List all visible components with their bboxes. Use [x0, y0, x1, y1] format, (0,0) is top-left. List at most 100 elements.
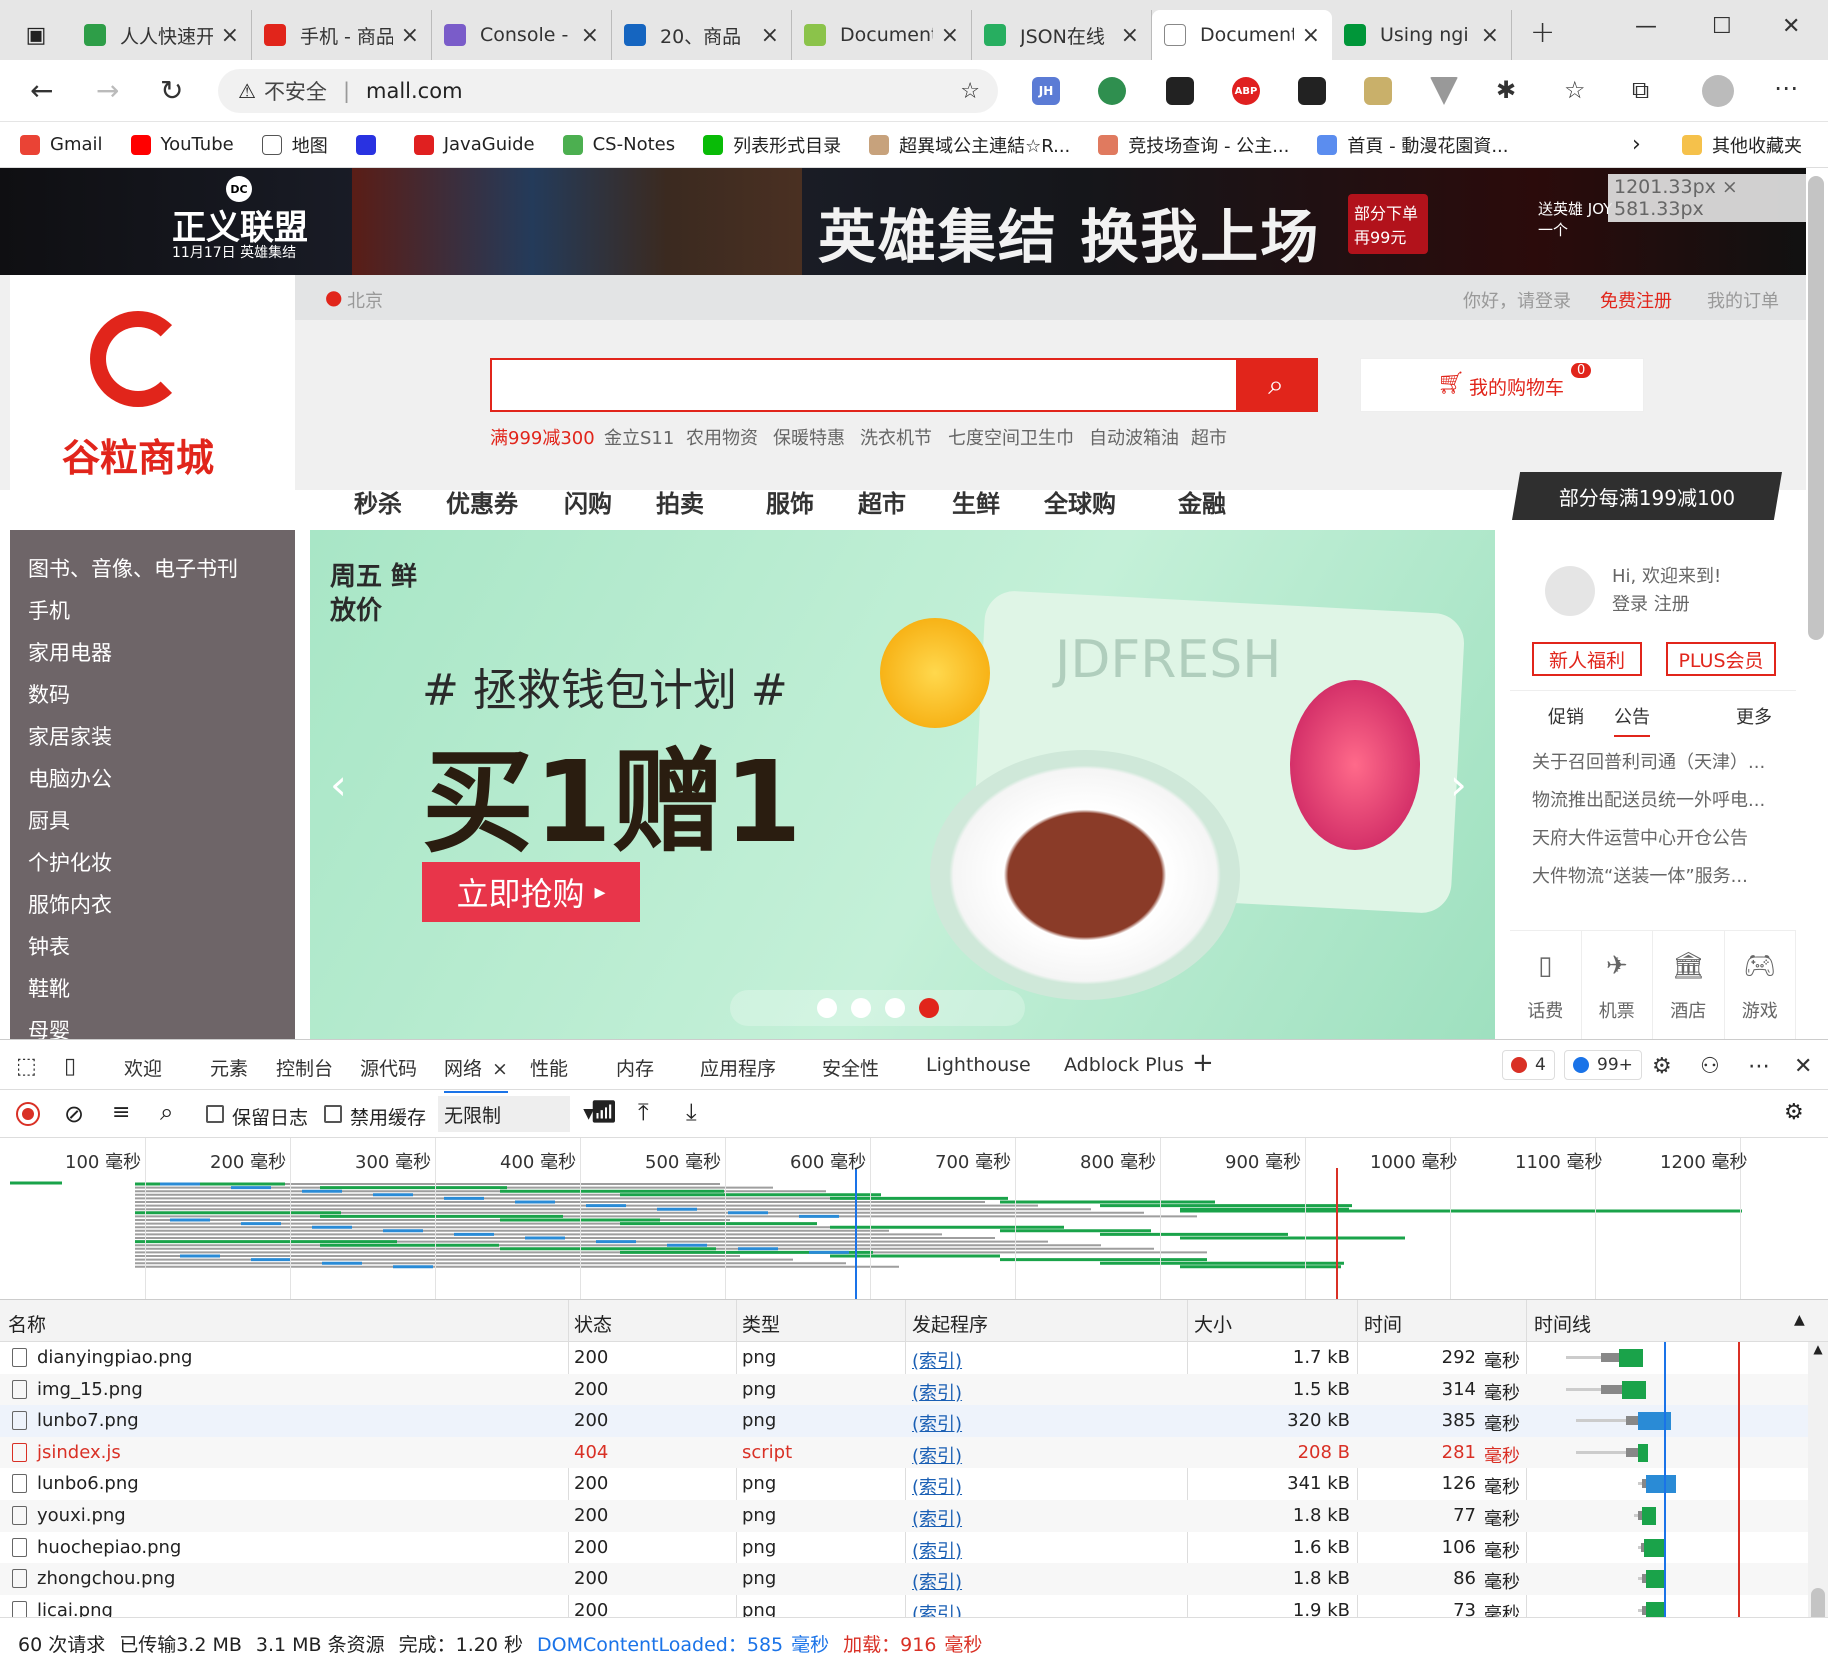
close-window-button[interactable]: ✕ — [1782, 14, 1800, 39]
carousel[interactable]: 周五 鲜放价 # 拯救钱包计划 # 买1赠1 立即抢购 ▸ JDFRESH ‹ … — [310, 530, 1495, 1039]
hot-word-link[interactable]: 金立S11 — [604, 424, 674, 450]
tab-close-icon[interactable]: × — [1302, 23, 1320, 48]
export-har-icon[interactable]: ⤓ — [686, 1098, 697, 1126]
hot-word-link[interactable]: 保暖特惠 — [773, 424, 845, 450]
profile-avatar[interactable] — [1702, 75, 1734, 107]
site-logo[interactable]: 谷粒商城 — [10, 275, 295, 530]
devtools-tab[interactable]: Adblock Plus — [1064, 1054, 1184, 1076]
import-har-icon[interactable]: ⤒ — [638, 1098, 649, 1126]
browser-tab[interactable]: Using ngi × — [1332, 10, 1512, 60]
initiator-link[interactable]: (索引) — [912, 1473, 962, 1499]
throttle-select[interactable]: 无限制 ▼ — [438, 1096, 594, 1132]
nav-item[interactable]: 生鲜 — [952, 484, 1000, 519]
clear-icon[interactable]: ⊘ — [64, 1100, 84, 1128]
nav-promo-badge[interactable]: 部分每满199减100 — [1512, 472, 1782, 520]
initiator-link[interactable]: (索引) — [912, 1347, 962, 1373]
column-header[interactable]: 时间 — [1364, 1310, 1402, 1337]
vue-devtools-icon[interactable] — [1430, 77, 1458, 105]
browser-tab[interactable]: 手机 - 商品 × — [252, 10, 432, 60]
category-item[interactable]: 服饰内衣 — [10, 884, 295, 926]
filter-icon[interactable]: ≡ — [112, 1100, 130, 1125]
devtools-close-icon[interactable]: ✕ — [1794, 1054, 1812, 1079]
table-row[interactable]: lunbo6.png 200 png (索引) 341 kB 126 毫秒 — [0, 1468, 1808, 1500]
tab-close-icon[interactable]: × — [761, 23, 779, 48]
devtools-tab[interactable]: 内存 — [616, 1054, 654, 1081]
devtools-tab[interactable]: 源代码 — [360, 1054, 417, 1081]
maximize-button[interactable]: ☐ — [1712, 14, 1732, 39]
new-user-benefit-button[interactable]: 新人福利 — [1532, 642, 1642, 676]
table-row[interactable]: youxi.png 200 png (索引) 1.8 kB 77 毫秒 — [0, 1500, 1808, 1532]
column-header[interactable]: 类型 — [742, 1310, 780, 1337]
carousel-dot[interactable] — [816, 998, 837, 1018]
image-extension-icon[interactable] — [1364, 77, 1392, 105]
carousel-next-icon[interactable]: › — [1450, 760, 1467, 809]
new-tab-button[interactable]: + — [1530, 15, 1555, 50]
tab-close-icon[interactable]: × — [221, 23, 239, 48]
jh-extension-icon[interactable]: JH — [1032, 77, 1060, 105]
bookmark-item[interactable]: JavaGuide — [413, 134, 535, 155]
search-button[interactable]: ⌕ — [1236, 360, 1316, 410]
back-icon[interactable]: ← — [30, 74, 53, 107]
location-label[interactable]: 北京 — [347, 287, 383, 313]
network-conditions-icon[interactable]: 📶︎ — [590, 1100, 618, 1125]
category-item[interactable]: 电脑办公 — [10, 758, 295, 800]
bookmark-item[interactable]: 竞技场查询 - 公主... — [1098, 132, 1289, 158]
category-item[interactable]: 个护化妆 — [10, 842, 295, 884]
devtools-more-icon[interactable]: ⋯ — [1748, 1054, 1770, 1079]
table-row[interactable]: zhongchou.png 200 png (索引) 1.8 kB 86 毫秒 — [0, 1563, 1808, 1595]
devtools-tab[interactable]: Lighthouse — [926, 1054, 1031, 1076]
disable-cache-checkbox[interactable] — [324, 1105, 342, 1123]
tab-close-icon[interactable]: × — [581, 23, 599, 48]
devtools-tab[interactable]: 安全性 — [822, 1054, 879, 1081]
inspect-element-icon[interactable]: ⬚ — [16, 1054, 37, 1079]
plus-member-button[interactable]: PLUS会员 — [1666, 642, 1776, 676]
category-item[interactable]: 母婴 — [10, 1010, 295, 1039]
bookmark-item[interactable]: YouTube — [130, 134, 234, 155]
close-tab-icon[interactable]: × — [492, 1058, 508, 1080]
tab-promotions[interactable]: 促销 — [1548, 703, 1584, 729]
sort-ascending-icon[interactable]: ▲ — [1794, 1312, 1805, 1328]
devtools-tab[interactable]: 网络 × — [444, 1054, 508, 1093]
network-settings-icon[interactable]: ⚙ — [1784, 1100, 1804, 1125]
table-row[interactable]: img_15.png 200 png (索引) 1.5 kB 314 毫秒 — [0, 1373, 1808, 1406]
register-link[interactable]: 免费注册 — [1600, 287, 1672, 313]
extensions-puzzle-icon[interactable]: ✱ — [1496, 76, 1516, 104]
bookmark-other-folder[interactable]: 其他收藏夹 — [1682, 132, 1802, 158]
column-header[interactable]: 状态 — [574, 1310, 612, 1337]
bookmark-item[interactable]: 首頁 - 動漫花園資... — [1317, 132, 1508, 158]
table-scrollbar[interactable]: ▲ ▼ — [1808, 1342, 1828, 1660]
bookmarks-overflow-icon[interactable]: › — [1632, 132, 1641, 157]
nav-item[interactable]: 闪购 — [564, 484, 612, 519]
browser-tab[interactable]: Document × — [1152, 10, 1332, 60]
browser-tab[interactable]: JSON在线 × — [972, 10, 1152, 60]
error-count-badge[interactable]: 4 — [1502, 1050, 1555, 1080]
table-row[interactable]: huochepiao.png 200 png (索引) 1.6 kB 106 毫秒 — [0, 1532, 1808, 1564]
device-toolbar-icon[interactable]: ▯ — [64, 1054, 76, 1079]
browser-tab[interactable]: Document × — [792, 10, 972, 60]
customize-icon[interactable]: ⚇ — [1700, 1054, 1720, 1079]
column-header[interactable]: 名称 — [8, 1310, 46, 1337]
bookmark-item[interactable]: 地图 — [261, 132, 328, 158]
initiator-link[interactable]: (索引) — [912, 1568, 962, 1594]
service-item[interactable]: ▯ 话费 — [1510, 931, 1582, 1039]
settings-more-icon[interactable]: ⋯ — [1774, 74, 1798, 102]
news-item[interactable]: 关于召回普利司通（天津）... — [1532, 748, 1782, 786]
bookmark-item[interactable] — [355, 134, 386, 155]
news-more-link[interactable]: 更多 — [1736, 703, 1772, 729]
browser-tab[interactable]: 人人快速开 × — [72, 10, 252, 60]
my-orders-link[interactable]: 我的订单 — [1707, 287, 1779, 313]
nav-item[interactable]: 拍卖 — [656, 484, 704, 519]
tab-announcements[interactable]: 公告 — [1614, 703, 1650, 737]
nav-item[interactable]: 服饰 — [766, 484, 814, 519]
nav-item[interactable]: 金融 — [1178, 484, 1226, 519]
hot-word-link[interactable]: 七度空间卫生巾 — [948, 424, 1074, 450]
service-item[interactable]: 🎮︎ 游戏 — [1725, 931, 1796, 1039]
column-header[interactable]: 时间线 — [1534, 1310, 1591, 1337]
category-item[interactable]: 图书、音像、电子书刊 — [10, 548, 295, 590]
devtools-tab[interactable]: 控制台 — [276, 1054, 333, 1081]
collections-icon[interactable]: ⧉ — [1632, 76, 1649, 104]
bookmark-item[interactable]: CS-Notes — [562, 134, 675, 155]
bookmark-item[interactable]: 列表形式目录 — [703, 132, 841, 158]
hot-word-link[interactable]: 超市 — [1191, 424, 1227, 450]
tab-close-icon[interactable]: × — [1121, 23, 1139, 48]
